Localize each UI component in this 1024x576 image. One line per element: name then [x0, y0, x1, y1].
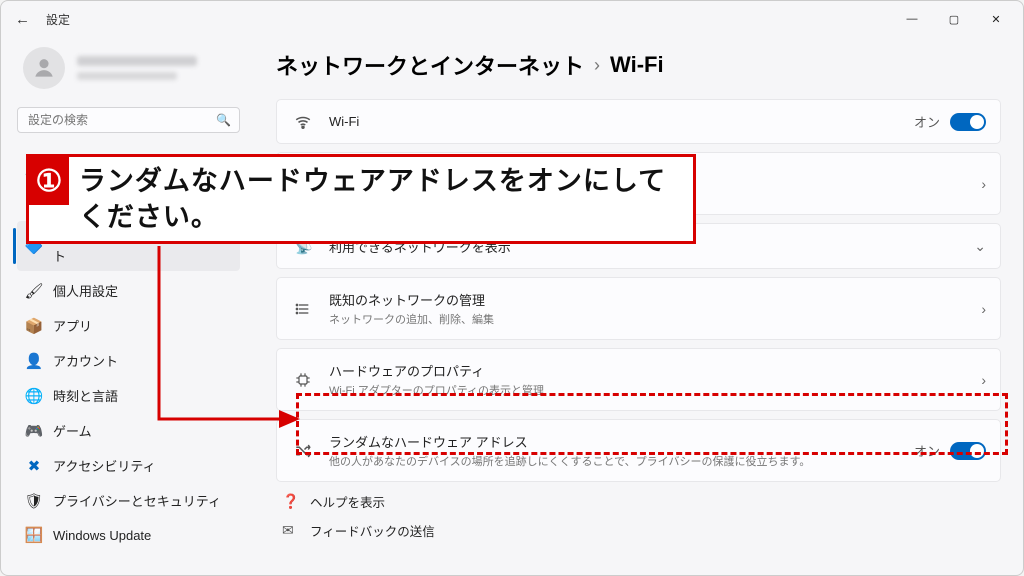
sidebar-label: プライバシーとセキュリティ [53, 491, 221, 510]
maximize-button[interactable]: ▢ [933, 6, 975, 32]
wifi-toggle[interactable] [950, 113, 986, 131]
annotation-highlight [296, 393, 1008, 455]
chevron-right-icon: › [981, 301, 986, 317]
avatar [23, 47, 65, 89]
sidebar-label: 個人用設定 [53, 281, 118, 300]
sidebar-item-10[interactable]: 🪟 Windows Update [17, 520, 240, 550]
sidebar-icon: 👤 [25, 352, 43, 370]
user-name-blurred [77, 56, 197, 66]
sidebar-icon: 🎮 [25, 422, 43, 440]
chip-icon [291, 372, 315, 388]
known-sub: ネットワークの追加、削除、編集 [329, 311, 967, 327]
annotation-callout: ① ランダムなハードウェアアドレスをオンにしてください。 [26, 154, 696, 244]
window-controls: ― ▢ ✕ [891, 6, 1017, 32]
chevron-right-icon: › [981, 176, 986, 192]
wifi-state-label: オン [914, 112, 940, 131]
rand-sub: 他の人があなたのデバイスの場所を追跡しにくくすることで、プライバシーの保護に役立… [329, 453, 900, 469]
chevron-right-icon: › [981, 372, 986, 388]
sidebar-item-8[interactable]: ✖ アクセシビリティ [17, 450, 240, 481]
user-email-blurred [77, 72, 177, 80]
minimize-button[interactable]: ― [891, 6, 933, 32]
search-icon: 🔍 [216, 113, 231, 127]
sidebar-label: ゲーム [53, 421, 92, 440]
sidebar-icon: 📦 [25, 317, 43, 335]
sidebar-item-9[interactable]: 🛡 プライバシーとセキュリティ [17, 485, 240, 516]
breadcrumb-parent[interactable]: ネットワークとインターネット [276, 49, 584, 81]
feedback-link[interactable]: ✉ フィードバックの送信 [276, 521, 1001, 540]
sidebar-label: アプリ [53, 316, 92, 335]
breadcrumb-current: Wi-Fi [610, 52, 664, 78]
sidebar: 🔍 💻システムᛒBluetooth とデバイス🔷ネットワークとインターネット🖌個… [1, 37, 256, 575]
back-button[interactable]: ← [15, 11, 30, 28]
close-button[interactable]: ✕ [975, 6, 1017, 32]
sidebar-item-4[interactable]: 📦 アプリ [17, 310, 240, 341]
sidebar-item-5[interactable]: 👤 アカウント [17, 345, 240, 376]
known-title: 既知のネットワークの管理 [329, 290, 967, 309]
settings-window: ← 設定 ― ▢ ✕ 🔍 💻システムᛒB [0, 0, 1024, 576]
settings-search[interactable]: 🔍 [17, 107, 240, 133]
main-panel: ネットワークとインターネット › Wi-Fi Wi-Fi オン 📶 接続プロパテ… [256, 37, 1023, 575]
breadcrumb-sep-icon: › [594, 55, 600, 76]
wifi-icon [291, 113, 315, 131]
annotation-text: ランダムなハードウェアアドレスをオンにしてください。 [69, 159, 693, 240]
user-block[interactable] [17, 47, 240, 89]
breadcrumb: ネットワークとインターネット › Wi-Fi [276, 49, 1001, 81]
sidebar-item-3[interactable]: 🖌 個人用設定 [17, 275, 240, 306]
sidebar-icon: 🌐 [25, 387, 43, 405]
wifi-card[interactable]: Wi-Fi オン [276, 99, 1001, 144]
titlebar: ← 設定 ― ▢ ✕ [1, 1, 1023, 37]
chevron-down-icon: ⌄ [974, 238, 986, 255]
sidebar-label: アカウント [53, 351, 118, 370]
sidebar-icon: 🪟 [25, 526, 43, 544]
sidebar-icon: 🖌 [25, 282, 43, 300]
sidebar-icon: 🛡 [25, 492, 43, 510]
search-input[interactable] [26, 112, 210, 128]
help-link[interactable]: ❓ ヘルプを表示 [276, 492, 1001, 511]
sidebar-icon: ✖ [25, 457, 43, 475]
help-icon: ❓ [282, 493, 300, 510]
sidebar-label: アクセシビリティ [53, 456, 156, 475]
wifi-title: Wi-Fi [329, 114, 900, 129]
annotation-number: ① [29, 157, 69, 205]
sidebar-label: Windows Update [53, 528, 151, 543]
list-icon [291, 301, 315, 317]
app-title: 設定 [46, 11, 70, 28]
hw-title: ハードウェアのプロパティ [329, 361, 967, 380]
sidebar-item-7[interactable]: 🎮 ゲーム [17, 415, 240, 446]
sidebar-label: 時刻と言語 [53, 386, 118, 405]
sidebar-item-6[interactable]: 🌐 時刻と言語 [17, 380, 240, 411]
known-networks-card[interactable]: 既知のネットワークの管理 ネットワークの追加、削除、編集 › [276, 277, 1001, 340]
feedback-icon: ✉ [282, 522, 300, 539]
